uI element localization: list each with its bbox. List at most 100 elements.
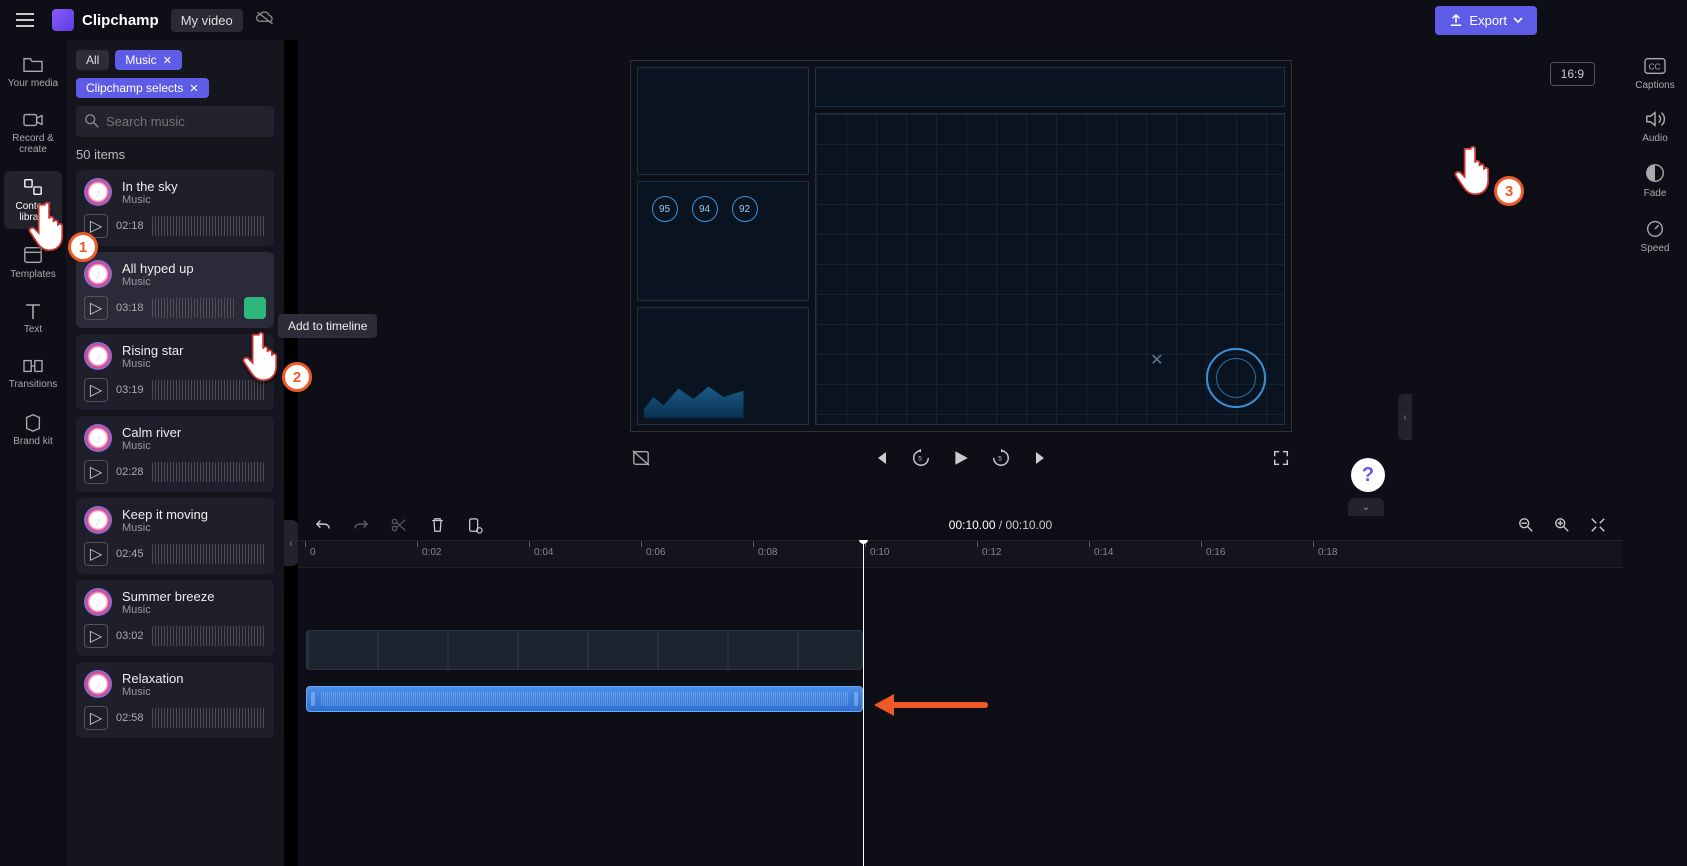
tick: 0 [310,547,316,558]
clip-waveform [321,692,848,706]
audio-clip[interactable] [306,686,863,712]
nav-audio[interactable]: Audio [1642,109,1668,144]
svg-text:5: 5 [998,456,1002,463]
nav-label: Your media [4,78,62,89]
aspect-ratio-button[interactable]: 16:9 [1550,62,1595,86]
play-preview-button[interactable]: ▷ [84,296,108,320]
camera-icon [22,111,44,129]
library-icon [22,177,44,197]
music-title: Relaxation [122,671,183,686]
hud-chart [644,376,744,418]
music-item[interactable]: ♪ Relaxation Music ▷ 02:58 [76,662,274,738]
filter-music[interactable]: Music ✕ [115,50,182,70]
nav-label: Speed [1641,243,1670,254]
close-icon[interactable]: ✕ [163,54,172,67]
playhead[interactable] [863,540,864,866]
item-count: 50 items [76,147,274,162]
timeline-toolbar: 00:10.00 / 00:10.00 [298,510,1623,540]
search-input[interactable] [76,106,274,137]
disclosure-button[interactable]: ⌄ [1348,498,1384,516]
close-icon[interactable]: ✕ [189,82,198,95]
music-sub: Music [122,604,214,616]
music-item[interactable]: ♪ Calm river Music ▷ 02:28 [76,416,274,492]
timeline-ruler[interactable]: 0 0:02 0:04 0:06 0:08 0:10 0:12 0:14 0:1… [298,540,1623,568]
forward-5-button[interactable]: 5 [990,447,1012,469]
app-logo[interactable]: Clipchamp [52,9,159,31]
play-preview-button[interactable]: ▷ [84,460,108,484]
cloud-sync-off-icon[interactable] [255,10,275,31]
music-duration: 02:58 [116,712,144,724]
nav-content-library[interactable]: Content library [4,171,62,229]
hud-panel [815,67,1285,107]
video-clip[interactable] [306,630,863,670]
export-label: Export [1469,13,1507,28]
project-name[interactable]: My video [171,9,243,32]
waveform [152,462,266,482]
music-title: Rising star [122,343,183,358]
nav-label: Audio [1642,133,1668,144]
delete-button[interactable] [426,514,448,536]
nav-your-media[interactable]: Your media [4,50,62,95]
add-to-timeline-button[interactable] [244,297,266,319]
hud-panel [637,67,809,175]
undo-button[interactable] [312,514,334,536]
waveform [152,708,266,728]
fit-timeline-button[interactable] [1587,514,1609,536]
menu-button[interactable] [10,5,40,35]
clip-handle-right[interactable] [854,692,858,706]
waveform [152,380,266,400]
nav-record-create[interactable]: Record & create [4,105,62,161]
hud-value: 94 [692,196,718,222]
music-note-icon: ♪ [84,424,112,452]
help-button[interactable]: ? [1351,458,1385,492]
nav-fade[interactable]: Fade [1644,162,1667,199]
export-button[interactable]: Export [1435,6,1537,35]
filter-all[interactable]: All [76,50,109,70]
crop-off-icon[interactable] [630,447,652,469]
clip-options-button[interactable] [464,514,486,536]
split-button[interactable] [388,514,410,536]
clip-handle-left[interactable] [311,692,315,706]
upload-icon [1449,13,1463,27]
play-preview-button[interactable]: ▷ [84,214,108,238]
skip-start-button[interactable] [870,447,892,469]
nav-text[interactable]: Text [4,296,62,341]
filter-label: Music [125,53,156,67]
tooltip-add-to-timeline: Add to timeline [278,314,377,338]
redo-button[interactable] [350,514,372,536]
music-item[interactable]: ♪ All hyped up Music ▷ 03:18 [76,252,274,328]
nav-label: Record & create [4,133,62,155]
music-duration: 02:45 [116,548,144,560]
nav-templates[interactable]: Templates [4,239,62,286]
play-preview-button[interactable]: ▷ [84,706,108,730]
right-panel-collapse-button[interactable]: ‹ [1398,394,1412,440]
play-preview-button[interactable]: ▷ [84,378,108,402]
rewind-5-button[interactable]: 5 [910,447,932,469]
music-duration: 02:28 [116,466,144,478]
nav-speed[interactable]: Speed [1641,217,1670,254]
fade-icon [1644,162,1666,184]
nav-brand-kit[interactable]: Brand kit [4,406,62,453]
annotation-arrow-icon [870,690,990,720]
nav-transitions[interactable]: Transitions [4,351,62,396]
zoom-out-button[interactable] [1515,514,1537,536]
nav-label: Text [4,324,62,335]
music-item[interactable]: ♪ In the sky Music ▷ 02:18 [76,170,274,246]
speed-icon [1644,217,1666,239]
filter-clipchamp-selects[interactable]: Clipchamp selects ✕ [76,78,209,98]
nav-label: Fade [1644,188,1667,199]
nav-captions[interactable]: CC Captions [1635,56,1674,91]
logo-icon [52,9,74,31]
skip-end-button[interactable] [1030,447,1052,469]
play-button[interactable] [950,447,972,469]
collapse-panel-button[interactable]: ‹ [284,520,298,566]
music-title: All hyped up [122,261,194,276]
music-item[interactable]: ♪ Summer breeze Music ▷ 03:02 [76,580,274,656]
fullscreen-button[interactable] [1270,447,1292,469]
zoom-in-button[interactable] [1551,514,1573,536]
play-preview-button[interactable]: ▷ [84,624,108,648]
svg-text:5: 5 [918,456,922,463]
music-item[interactable]: ♪ Rising star Music ▷ 03:19 [76,334,274,410]
music-item[interactable]: ♪ Keep it moving Music ▷ 02:45 [76,498,274,574]
play-preview-button[interactable]: ▷ [84,542,108,566]
